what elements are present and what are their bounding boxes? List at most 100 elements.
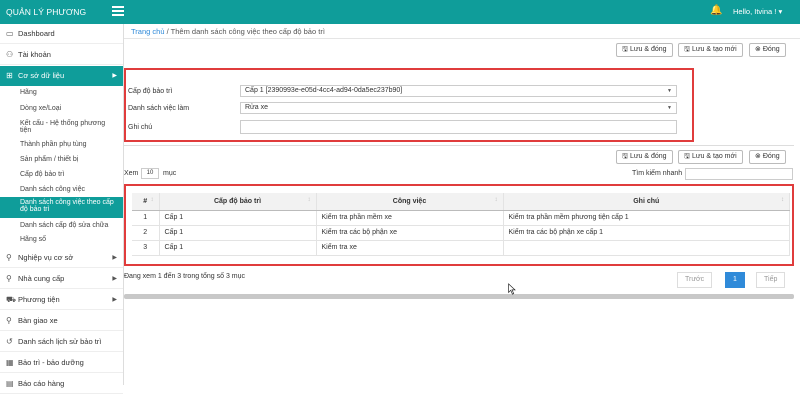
report-icon: ▤ xyxy=(6,379,14,388)
column-header-no[interactable]: # ↕ xyxy=(132,193,160,211)
sidebar-item-supplier[interactable]: ⚲ Nhà cung cấp ▶ xyxy=(0,269,123,289)
divider xyxy=(124,38,800,39)
cell-no: 3 xyxy=(132,240,160,256)
cell-level: Cấp 1 xyxy=(159,240,317,256)
table-row[interactable]: 3 Cấp 1 Kiểm tra xe xyxy=(132,240,790,256)
caret-right-icon: ▶ xyxy=(112,255,117,261)
top-bar: QUẢN LÝ PHƯƠNG TIỆN 🔔 Hello, Itvina ! ▾ xyxy=(0,0,800,41)
sort-icon: ↕ xyxy=(307,197,311,203)
sidebar-item-maintenance-history[interactable]: ↺ Danh sách lịch sử bảo trì xyxy=(0,332,123,352)
history-icon: ↺ xyxy=(6,337,13,346)
column-header-note[interactable]: Ghi chú ↕ xyxy=(503,193,790,211)
sidebar-item-account[interactable]: ⚇ Tài khoản xyxy=(0,45,123,65)
cell-note: Kiểm tra các bộ phận xe cấp 1 xyxy=(503,225,790,241)
table-row[interactable]: 1 Cấp 1 Kiểm tra phần mềm xe Kiểm tra ph… xyxy=(132,210,790,226)
level-select[interactable]: Cấp 1 [2390993e-e05d-4cc4-ad94-0da5ec237… xyxy=(240,85,677,97)
user-menu[interactable]: Hello, Itvina ! ▾ xyxy=(733,0,782,24)
cell-level: Cấp 1 xyxy=(159,210,317,226)
cell-note xyxy=(503,240,790,256)
sidebar-sub-model[interactable]: Dòng xe/Loại xyxy=(0,105,123,112)
user-icon: ⚲ xyxy=(6,274,12,283)
users-icon: ⚇ xyxy=(6,50,14,59)
sidebar-sub-task-by-level[interactable]: Danh sách công việc theo cấp độ bảo trì xyxy=(0,197,123,218)
breadcrumb-home[interactable]: Trang chủ xyxy=(131,27,165,36)
column-header-task[interactable]: Công việc ↕ xyxy=(316,193,504,211)
close-button[interactable]: ⊗ Đóng xyxy=(749,43,786,57)
cell-no: 1 xyxy=(132,210,160,226)
sidebar: ▭ Dashboard ⚇ Tài khoản ⊞ Cơ sở dữ liệu ▶ H… xyxy=(0,24,124,394)
note-label: Ghi chú xyxy=(128,124,153,131)
close-button-2[interactable]: ⊗ Đóng xyxy=(749,150,786,164)
mouse-cursor-icon xyxy=(508,283,516,295)
column-header-level[interactable]: Cấp độ bảo trì ↕ xyxy=(159,193,317,211)
breadcrumb: Trang chủ / Thêm danh sách công việc the… xyxy=(131,27,325,36)
calendar-icon: ▦ xyxy=(6,358,14,367)
close-icon: ⊗ xyxy=(755,153,761,160)
sort-icon: ↕ xyxy=(494,197,498,203)
search-input[interactable] xyxy=(685,168,793,180)
save-close-button[interactable]: 🖫 Lưu & đóng xyxy=(616,43,673,57)
cell-level: Cấp 1 xyxy=(159,225,317,241)
sort-icon: ↕ xyxy=(781,197,784,203)
save-new-button-2[interactable]: 🖫 Lưu & tạo mới xyxy=(678,150,743,164)
sidebar-sub-structure-line1: Kết cấu - Hệ thống phương xyxy=(20,120,106,127)
handover-icon: ⚲ xyxy=(6,316,12,325)
cell-no: 2 xyxy=(132,225,160,241)
sidebar-sub-structure-line2: tiện xyxy=(20,127,32,134)
next-page-button[interactable]: Tiếp xyxy=(756,272,786,288)
menu-toggle-icon[interactable] xyxy=(112,6,124,18)
page-size-select[interactable]: 10 xyxy=(141,168,159,179)
search-label: Tìm kiếm nhanh xyxy=(632,170,683,177)
sidebar-sub-brand[interactable]: Hãng xyxy=(0,89,123,96)
tasks-table: # ↕ Cấp độ bảo trì ↕ Công việc ↕ Ghi chú ↕ 1… xyxy=(132,193,790,256)
caret-right-icon: ▶ xyxy=(112,276,117,282)
caret-right-icon: ▶ xyxy=(112,297,117,303)
breadcrumb-current: Thêm danh sách công việc theo cấp độ bảo… xyxy=(170,27,325,36)
sidebar-sub-structure[interactable]: Kết cấu - Hệ thống phương tiện xyxy=(0,120,123,134)
app-title: QUẢN LÝ PHƯƠNG TIỆN xyxy=(6,7,87,41)
sidebar-sub-maint-level[interactable]: Cấp độ bảo trì xyxy=(0,171,123,178)
table-info: Đang xem 1 đến 3 trong tổng số 3 mục xyxy=(124,273,246,280)
cell-task: Kiểm tra các bộ phận xe xyxy=(316,225,504,241)
horizontal-scrollbar[interactable] xyxy=(124,294,794,299)
sidebar-sub-task-list[interactable]: Danh sách công việc xyxy=(0,186,123,193)
bell-icon[interactable]: 🔔 xyxy=(710,5,722,16)
table-row[interactable]: 2 Cấp 1 Kiểm tra các bộ phận xe Kiểm tra… xyxy=(132,225,790,241)
database-icon: ⊞ xyxy=(6,71,13,80)
close-icon: ⊗ xyxy=(755,46,761,53)
tasks-select[interactable]: Rửa xe ▼ xyxy=(240,102,677,114)
save-icon: 🖫 xyxy=(622,46,628,53)
sidebar-sub-products[interactable]: Sản phẩm / thiết bị xyxy=(0,156,123,163)
user-icon: ⚲ xyxy=(6,253,12,262)
sidebar-sub-parts[interactable]: Thành phần phụ tùng xyxy=(0,141,123,148)
sidebar-sub-repair-level[interactable]: Danh sách cấp độ sửa chữa xyxy=(0,222,123,229)
sidebar-sub-task-by-level-line2: độ bảo trì xyxy=(20,206,50,213)
divider xyxy=(124,145,794,146)
items-label: mục xyxy=(163,170,177,177)
sort-icon: ↕ xyxy=(150,197,154,203)
sidebar-item-vehicle[interactable]: ⛟ Phương tiện ▶ xyxy=(0,290,123,310)
save-icon: 🖫 xyxy=(622,153,628,160)
dropdown-arrow-icon: ▼ xyxy=(667,88,672,94)
sidebar-item-business[interactable]: ⚲ Nghiệp vụ cơ sở ▶ xyxy=(0,248,123,268)
save-new-button[interactable]: 🖫 Lưu & tạo mới xyxy=(678,43,743,57)
truck-icon: ⛟ xyxy=(6,295,17,304)
sidebar-item-maintenance[interactable]: ▦ Bảo trì - bảo dưỡng xyxy=(0,353,123,373)
sidebar-item-reports[interactable]: ▤ Báo cáo hàng xyxy=(0,374,123,394)
sidebar-item-dashboard[interactable]: ▭ Dashboard xyxy=(0,24,123,44)
save-icon: 🖫 xyxy=(684,153,690,160)
sidebar-sub-constants[interactable]: Hãng số xyxy=(0,236,123,243)
note-input[interactable] xyxy=(240,120,677,134)
cell-task: Kiểm tra xe xyxy=(316,240,504,256)
sidebar-item-database[interactable]: ⊞ Cơ sở dữ liệu ▶ xyxy=(0,66,123,86)
sidebar-sub-task-by-level-line1: Danh sách công việc theo cấp xyxy=(20,199,114,206)
cell-note: Kiểm tra phần mềm phương tiện cấp 1 xyxy=(503,210,790,226)
caret-right-icon: ▶ xyxy=(112,73,117,79)
save-icon: 🖫 xyxy=(684,46,690,53)
page-1-button[interactable]: 1 xyxy=(725,272,745,288)
dropdown-arrow-icon: ▼ xyxy=(667,105,672,111)
prev-page-button[interactable]: Trước xyxy=(677,272,713,288)
save-close-button-2[interactable]: 🖫 Lưu & đóng xyxy=(616,150,673,164)
breadcrumb-separator: / xyxy=(166,27,169,36)
sidebar-item-handover[interactable]: ⚲ Bàn giao xe xyxy=(0,311,123,331)
